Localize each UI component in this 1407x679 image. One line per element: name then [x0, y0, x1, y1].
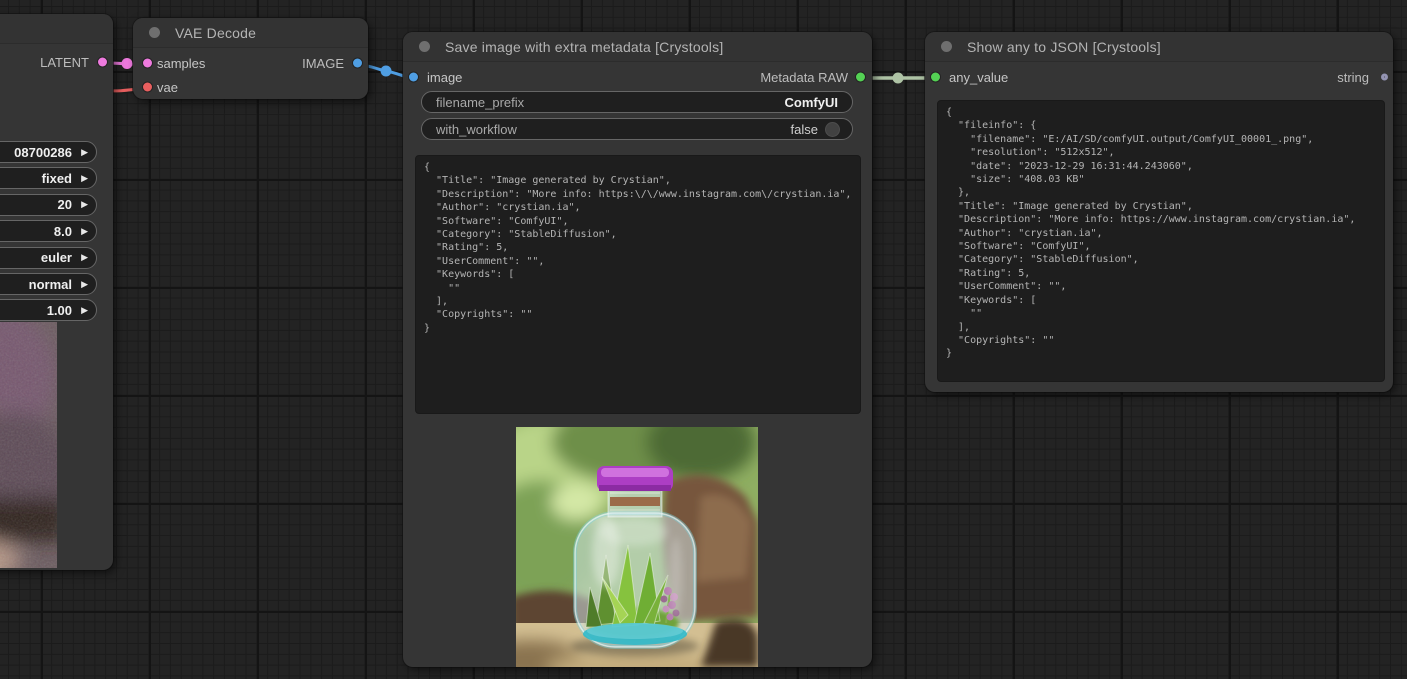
filename-prefix-value: ComfyUI [784, 94, 838, 110]
collapse-dot-icon[interactable] [149, 27, 160, 38]
denoise-widget[interactable]: 1.00 ▶ [0, 299, 97, 322]
any-value-input-dot[interactable] [931, 72, 940, 82]
with-workflow-value: false [790, 121, 818, 137]
increment-arrow-icon[interactable]: ▶ [81, 226, 88, 236]
filename-prefix-label: filename_prefix [436, 94, 525, 110]
ksampler-output-row: LATENT [0, 51, 113, 73]
scheduler-widget[interactable]: normal ▶ [0, 273, 97, 295]
increment-arrow-icon[interactable]: ▶ [81, 173, 88, 183]
collapse-dot-icon[interactable] [419, 41, 430, 52]
metadata-json-textarea[interactable]: { "Title": "Image generated by Crystian"… [415, 155, 861, 414]
sampler-widget[interactable]: euler ▶ [0, 246, 97, 269]
show-json-io-row: any_value string [925, 66, 1393, 88]
vae-decode-title: VAE Decode [175, 24, 257, 41]
string-output-dot[interactable] [1381, 73, 1388, 81]
save-image-io-row: image Metadata RAW [403, 66, 872, 88]
string-output-label: string [1337, 69, 1369, 85]
vae-decode-titlebar[interactable]: VAE Decode [133, 18, 368, 48]
increment-arrow-icon[interactable]: ▶ [81, 147, 88, 157]
samples-input-dot[interactable] [143, 58, 152, 68]
link-latent-midpoint-dot [121, 58, 133, 69]
node-graph-canvas[interactable]: LATENT 08700286 ▶ fixed ▶ 20 ▶ 8.0 ▶ euler ▶ … [0, 0, 1407, 679]
latent-output-dot[interactable] [98, 57, 107, 67]
show-json-titlebar[interactable]: Show any to JSON [Crystools] [925, 32, 1393, 62]
ksampler-node[interactable]: LATENT 08700286 ▶ fixed ▶ 20 ▶ 8.0 ▶ euler ▶ … [0, 14, 113, 570]
image-input-dot[interactable] [409, 72, 418, 82]
any-value-input-label: any_value [949, 69, 1009, 85]
control-after-generate-widget[interactable]: fixed ▶ [0, 167, 97, 190]
latent-output-label: LATENT [40, 54, 89, 70]
toggle-icon[interactable] [825, 121, 840, 137]
vae-decode-row-2: vae [133, 76, 368, 98]
filename-prefix-widget[interactable]: filename_prefix ComfyUI [421, 91, 853, 113]
link-image-midpoint-dot [380, 65, 392, 77]
collapse-dot-icon[interactable] [941, 41, 952, 52]
seed-widget[interactable]: 08700286 ▶ [0, 141, 97, 163]
latent-preview-image [0, 322, 57, 568]
show-json-title: Show any to JSON [Crystools] [967, 38, 1161, 55]
samples-input-label: samples [157, 55, 206, 71]
cfg-widget[interactable]: 8.0 ▶ [0, 220, 97, 243]
image-output-label: IMAGE [302, 55, 344, 71]
increment-arrow-icon[interactable]: ▶ [81, 279, 88, 289]
save-image-title: Save image with extra metadata [Crystool… [445, 38, 724, 55]
save-image-node[interactable]: Save image with extra metadata [Crystool… [403, 32, 872, 667]
link-metadata-midpoint-dot [892, 72, 904, 84]
vae-input-label: vae [157, 79, 178, 95]
preview-image-jar [516, 427, 758, 667]
steps-widget[interactable]: 20 ▶ [0, 193, 97, 216]
vae-decode-row-1: samples IMAGE [133, 52, 368, 74]
image-output-dot[interactable] [353, 58, 362, 68]
increment-arrow-icon[interactable]: ▶ [81, 305, 88, 315]
metadata-raw-output-dot[interactable] [856, 72, 865, 82]
with-workflow-label: with_workflow [436, 121, 517, 137]
ksampler-node-titlebar[interactable] [0, 14, 113, 44]
vae-decode-node[interactable]: VAE Decode samples IMAGE vae [133, 18, 368, 99]
show-json-node[interactable]: Show any to JSON [Crystools] any_value s… [925, 32, 1393, 392]
save-image-titlebar[interactable]: Save image with extra metadata [Crystool… [403, 32, 872, 62]
with-workflow-widget[interactable]: with_workflow false [421, 118, 853, 140]
image-input-label: image [427, 69, 463, 85]
increment-arrow-icon[interactable]: ▶ [81, 253, 88, 262]
json-output-textarea[interactable]: { "fileinfo": { "filename": "E:/AI/SD/co… [937, 100, 1385, 382]
metadata-raw-output-label: Metadata RAW [760, 69, 848, 85]
increment-arrow-icon[interactable]: ▶ [81, 200, 88, 209]
vae-input-dot[interactable] [143, 82, 152, 92]
